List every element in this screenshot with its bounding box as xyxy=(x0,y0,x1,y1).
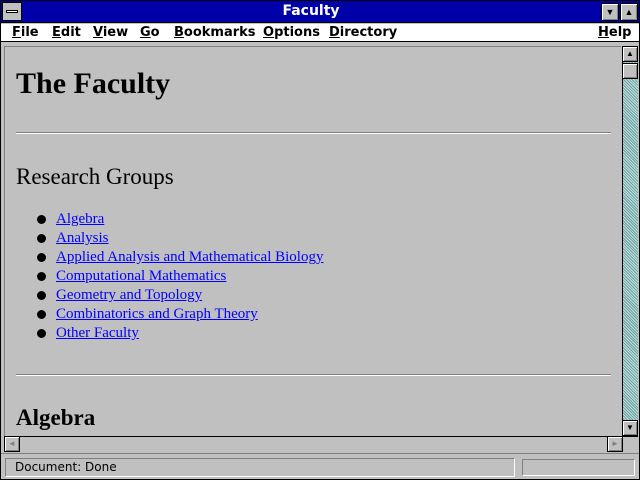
list-item: Computational Mathematics xyxy=(16,267,323,286)
bullet-icon xyxy=(37,234,46,243)
list-item: Other Faculty xyxy=(16,324,323,343)
bullet-icon xyxy=(37,310,46,319)
menu-go[interactable]: Go xyxy=(140,24,160,42)
bullet-icon xyxy=(37,329,46,338)
status-text: Document: Done xyxy=(5,458,515,477)
browser-window: Faculty ▼ ▲ File Edit View Go Bookmarks … xyxy=(0,0,640,480)
research-groups-list: Algebra Analysis Applied Analysis and Ma… xyxy=(16,210,323,343)
list-item: Algebra xyxy=(16,210,323,229)
link-analysis[interactable]: Analysis xyxy=(56,230,109,246)
divider xyxy=(16,132,611,134)
list-item: Analysis xyxy=(16,229,323,248)
menu-bookmarks[interactable]: Bookmarks xyxy=(174,24,256,42)
link-combinatorics[interactable]: Combinatorics and Graph Theory xyxy=(56,306,258,322)
status-bar: Document: Done xyxy=(1,453,639,479)
arrow-right-icon[interactable]: ► xyxy=(607,436,623,452)
menu-options[interactable]: Options xyxy=(263,24,320,42)
window-title: Faculty xyxy=(282,3,340,19)
bullet-icon xyxy=(37,272,46,281)
title-bar[interactable]: Faculty ▼ ▲ xyxy=(1,1,639,23)
page-title: The Faculty xyxy=(16,67,171,100)
link-algebra[interactable]: Algebra xyxy=(56,211,104,227)
menu-help[interactable]: Help xyxy=(598,24,631,42)
list-item: Applied Analysis and Mathematical Biolog… xyxy=(16,248,323,267)
bullet-icon xyxy=(37,215,46,224)
bullet-icon xyxy=(37,291,46,300)
system-menu-icon[interactable] xyxy=(2,2,22,21)
menu-file[interactable]: File xyxy=(12,24,39,42)
section-heading: Research Groups xyxy=(16,164,174,189)
maximize-icon[interactable]: ▲ xyxy=(620,3,638,21)
list-item: Geometry and Topology xyxy=(16,286,323,305)
horizontal-scrollbar[interactable]: ◄ ► xyxy=(4,436,623,452)
link-applied-analysis[interactable]: Applied Analysis and Mathematical Biolog… xyxy=(56,249,323,265)
minimize-icon[interactable]: ▼ xyxy=(601,3,619,21)
scrollbar-corner xyxy=(622,436,638,452)
link-other-faculty[interactable]: Other Faculty xyxy=(56,325,139,341)
bullet-icon xyxy=(37,253,46,262)
algebra-heading: Algebra xyxy=(16,405,96,430)
menu-view[interactable]: View xyxy=(93,24,128,42)
menu-bar: File Edit View Go Bookmarks Options Dire… xyxy=(1,24,639,42)
vertical-scrollbar[interactable]: ▲ ▼ xyxy=(622,46,638,436)
divider xyxy=(16,374,611,376)
menu-edit[interactable]: Edit xyxy=(52,24,81,42)
document-view[interactable]: The Faculty Research Groups Algebra Anal… xyxy=(4,46,621,436)
link-computational-mathematics[interactable]: Computational Mathematics xyxy=(56,268,226,284)
scroll-thumb[interactable] xyxy=(622,63,638,79)
menu-directory[interactable]: Directory xyxy=(329,24,397,42)
link-geometry-topology[interactable]: Geometry and Topology xyxy=(56,287,202,303)
arrow-left-icon[interactable]: ◄ xyxy=(4,436,20,452)
progress-indicator xyxy=(522,459,635,476)
arrow-down-icon[interactable]: ▼ xyxy=(622,420,638,436)
list-item: Combinatorics and Graph Theory xyxy=(16,305,323,324)
arrow-up-icon[interactable]: ▲ xyxy=(622,46,638,62)
